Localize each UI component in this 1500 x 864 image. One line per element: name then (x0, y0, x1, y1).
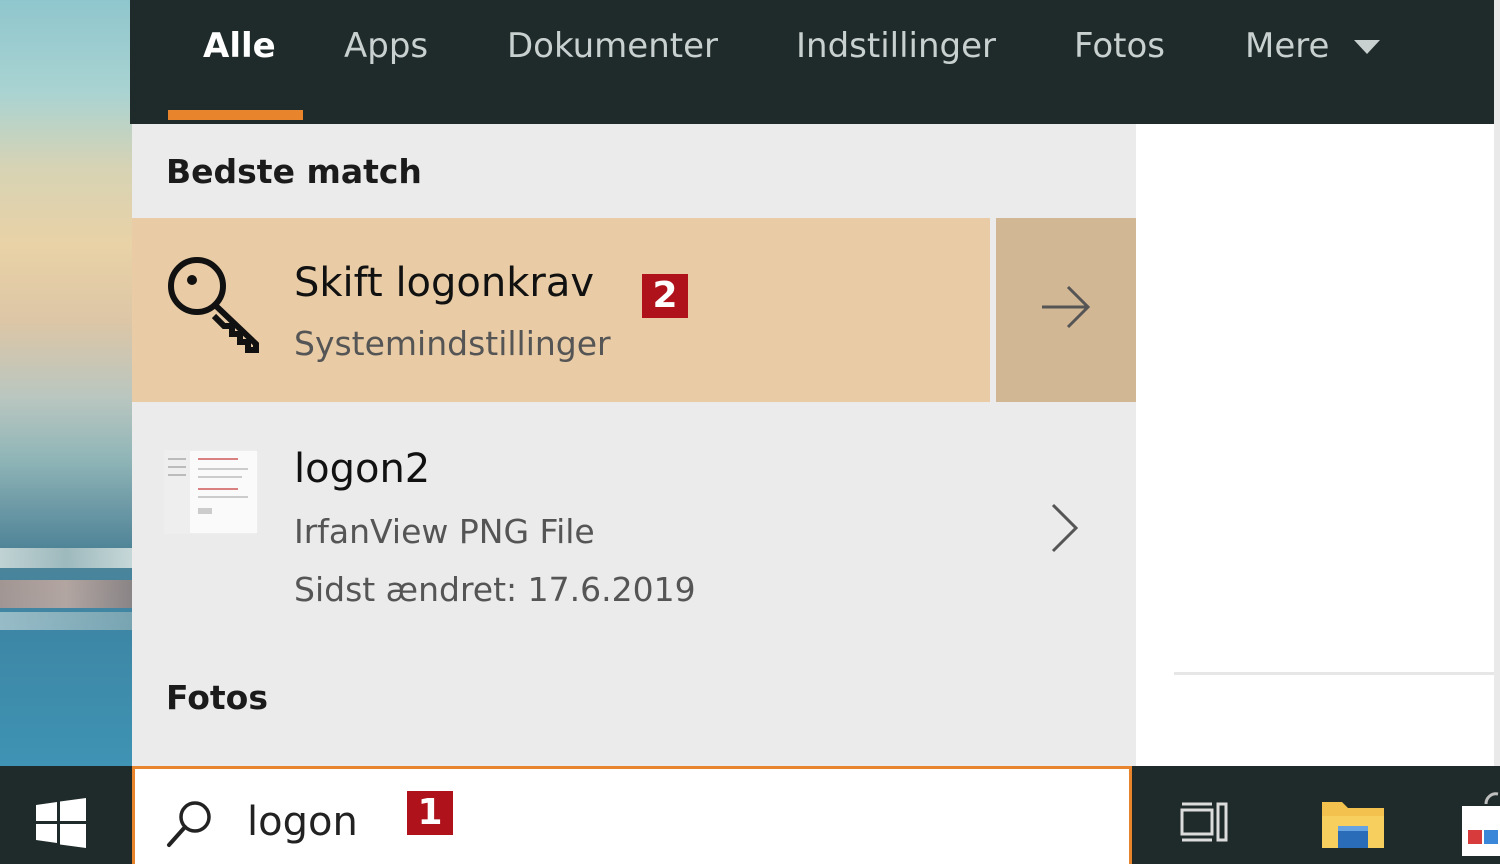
tab-all[interactable]: Alle (203, 26, 276, 66)
section-heading-photos: Fotos (166, 678, 268, 717)
step-badge-1: 1 (407, 791, 453, 835)
search-input[interactable]: logon (247, 799, 358, 845)
file-result-title: logon2 (294, 446, 431, 492)
window-edge (1494, 0, 1500, 864)
step-badge-2: 2 (642, 274, 688, 318)
tab-more[interactable]: Mere (1245, 26, 1329, 66)
windows-start-icon[interactable] (36, 798, 86, 848)
search-category-bar: Alle Apps Dokumenter Indstillinger Fotos… (130, 0, 1494, 124)
wallpaper-wave (0, 612, 132, 630)
document-thumbnail-icon (164, 450, 258, 534)
tab-settings[interactable]: Indstillinger (796, 26, 996, 66)
result-title-text: Skift logonkrav (294, 260, 595, 306)
desktop-wallpaper (0, 0, 132, 766)
search-icon (167, 801, 211, 847)
app-icon[interactable] (1462, 790, 1500, 856)
wallpaper-wave (0, 580, 132, 608)
section-heading-best-match: Bedste match (166, 152, 422, 191)
best-match-result[interactable]: Skift logonkrav Systemindstillinger 2 (132, 218, 990, 402)
taskbar-search-box[interactable]: logon 1 (132, 766, 1132, 864)
arrow-right-icon (1042, 285, 1091, 329)
search-results-panel: Bedste match Skift logonkrav Systemindst… (132, 124, 1136, 766)
chevron-right-icon[interactable] (1050, 502, 1080, 554)
result-title: Skift logonkrav (294, 260, 594, 306)
file-result-type: IrfanView PNG File (294, 512, 595, 551)
open-result-button[interactable] (996, 218, 1136, 402)
preview-divider (1174, 672, 1494, 675)
tab-photos[interactable]: Fotos (1074, 26, 1165, 66)
task-view-icon[interactable] (1180, 800, 1230, 844)
file-result-modified: Sidst ændret: 17.6.2019 (294, 570, 696, 609)
result-subtitle: Systemindstillinger (294, 324, 611, 363)
active-tab-indicator (168, 110, 303, 120)
file-explorer-icon[interactable] (1320, 794, 1386, 850)
tab-apps[interactable]: Apps (344, 26, 428, 66)
preview-panel (1136, 124, 1494, 766)
key-icon (168, 257, 259, 353)
chevron-down-icon[interactable] (1354, 40, 1380, 54)
wallpaper-wave (0, 548, 132, 568)
tab-documents[interactable]: Dokumenter (507, 26, 718, 66)
file-result[interactable]: logon2 IrfanView PNG File Sidst ændret: … (132, 406, 1136, 626)
